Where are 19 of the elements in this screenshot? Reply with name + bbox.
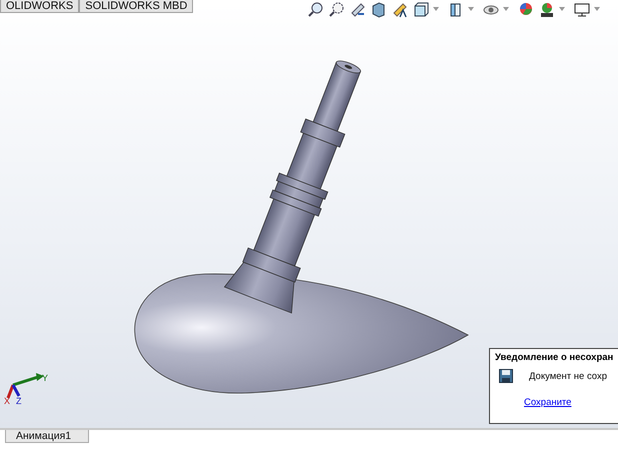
caret-icon[interactable] [468,7,474,11]
cube-view-icon[interactable] [412,0,430,18]
axis-label: Z [16,396,22,406]
axis-label: X [4,396,10,406]
monitor-icon[interactable] [573,0,590,18]
caret-icon[interactable] [559,7,566,11]
caret-icon[interactable] [594,7,600,11]
notification-message: Документ не сохр [529,370,608,382]
save-link[interactable]: Сохраните [524,397,572,408]
animation-tab[interactable]: Анимация1 [5,430,89,443]
zoom-to-fit-icon[interactable] [307,0,324,18]
axis-label: Y [42,373,48,383]
caret-icon[interactable] [433,7,440,11]
command-tab[interactable]: SOLIDWORKS MBD [79,0,194,13]
axis-triad-drawing [6,373,44,399]
command-tab[interactable]: OLIDWORKS [0,0,80,13]
notification-title: Уведомление о несохран [495,352,614,363]
zoom-area-icon[interactable] [328,0,346,18]
caret-icon[interactable] [503,7,510,11]
